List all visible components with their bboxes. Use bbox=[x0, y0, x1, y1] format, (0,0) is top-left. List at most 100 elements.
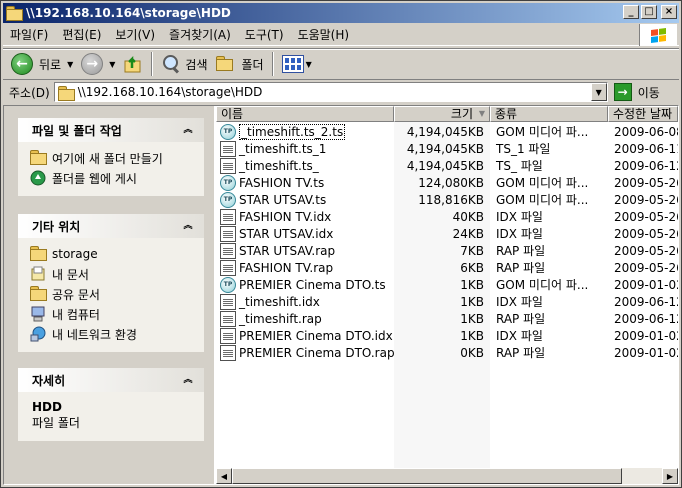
other-places-header[interactable]: 기타 위치 ︽ bbox=[18, 214, 204, 238]
close-button[interactable]: × bbox=[661, 5, 677, 19]
file-type: GOM 미디어 파... bbox=[496, 193, 589, 207]
file-type: GOM 미디어 파... bbox=[496, 125, 589, 139]
place-network-label: 내 네트워크 환경 bbox=[52, 327, 137, 342]
new-folder-icon bbox=[30, 150, 47, 166]
file-size: 4,194,045KB bbox=[406, 141, 484, 156]
file-icon bbox=[220, 225, 236, 242]
views-button[interactable]: ▼ bbox=[278, 51, 316, 77]
scroll-track[interactable] bbox=[622, 468, 662, 484]
column-type[interactable]: 종류 bbox=[490, 106, 608, 122]
collapse-icon[interactable]: ︽ bbox=[180, 122, 196, 138]
file-name: FASHION TV.rap bbox=[239, 260, 334, 275]
place-my-documents-link[interactable]: 내 문서 bbox=[30, 264, 194, 284]
file-row[interactable]: _timeshift.ts_ 4,194,045KB TS_ 파일 2009-06-1… bbox=[216, 157, 678, 174]
file-row[interactable]: STAR UTSAV.idx 24KB IDX 파일 2009-05-26 bbox=[216, 225, 678, 242]
file-row[interactable]: FASHION TV.idx 40KB IDX 파일 2009-05-26 bbox=[216, 208, 678, 225]
menu-favorites[interactable]: 즐겨찾기(A) bbox=[162, 26, 238, 43]
file-icon bbox=[220, 140, 236, 157]
chevron-down-icon[interactable]: ▼ bbox=[67, 60, 73, 69]
file-name: FASHION TV.idx bbox=[239, 209, 332, 224]
file-size: 7KB bbox=[460, 243, 484, 258]
details-panel: 자세히 ︽ HDD 파일 폴더 bbox=[18, 368, 204, 441]
file-row[interactable]: TP PREMIER Cinema DTO.ts 1KB GOM 미디어 파... 20… bbox=[216, 276, 678, 293]
details-header[interactable]: 자세히 ︽ bbox=[18, 368, 204, 392]
search-label: 검색 bbox=[185, 57, 208, 72]
globe-icon bbox=[30, 170, 46, 186]
place-my-computer-link[interactable]: 내 컴퓨터 bbox=[30, 304, 194, 324]
file-size: 6KB bbox=[460, 260, 484, 275]
place-network-link[interactable]: 내 네트워크 환경 bbox=[30, 324, 194, 344]
go-button[interactable]: → 이동 bbox=[613, 83, 660, 101]
file-icon bbox=[220, 310, 236, 327]
horizontal-scrollbar[interactable]: ◀ ▶ bbox=[216, 468, 678, 484]
back-button[interactable]: ← 뒤로 ▼ bbox=[7, 51, 77, 77]
details-title: 자세히 bbox=[32, 373, 66, 388]
maximize-button[interactable]: □ bbox=[641, 5, 657, 19]
file-size: 40KB bbox=[452, 209, 484, 224]
details-name: HDD bbox=[32, 400, 62, 414]
chevron-down-icon[interactable]: ▼ bbox=[109, 60, 115, 69]
file-row[interactable]: PREMIER Cinema DTO.rap 0KB RAP 파일 2009-01-0… bbox=[216, 344, 678, 361]
file-date: 2009-05-26 bbox=[614, 175, 678, 190]
views-icon bbox=[281, 55, 304, 73]
up-folder-button[interactable] bbox=[119, 51, 147, 77]
content-area: 파일 및 폴더 작업 ︽ 여기에 새 폴더 만들기 폴더를 웹에 게시 기타 위… bbox=[3, 105, 679, 485]
file-size: 118,816KB bbox=[418, 192, 484, 207]
column-date[interactable]: 수정한 날짜 bbox=[608, 106, 678, 122]
file-name: _timeshift.idx bbox=[239, 294, 320, 309]
other-places-title: 기타 위치 bbox=[32, 219, 81, 234]
file-row[interactable]: PREMIER Cinema DTO.idx 1KB IDX 파일 2009-01-0… bbox=[216, 327, 678, 344]
computer-icon bbox=[30, 306, 46, 322]
file-icon bbox=[220, 242, 236, 259]
scroll-left-icon[interactable]: ◀ bbox=[216, 468, 232, 484]
file-row[interactable]: _timeshift.rap 1KB RAP 파일 2009-06-12 bbox=[216, 310, 678, 327]
column-name[interactable]: 이름 bbox=[216, 106, 394, 122]
place-shared-documents-link[interactable]: 공유 문서 bbox=[30, 284, 194, 304]
details-body: HDD 파일 폴더 bbox=[18, 392, 204, 441]
documents-icon bbox=[30, 266, 46, 282]
shared-folder-icon bbox=[30, 286, 47, 302]
file-name-cell: STAR UTSAV.idx bbox=[216, 225, 394, 242]
minimize-button[interactable]: _ bbox=[623, 5, 639, 19]
file-name-cell: TP STAR UTSAV.ts bbox=[216, 191, 394, 208]
windows-logo-icon bbox=[639, 24, 677, 46]
new-folder-link[interactable]: 여기에 새 폴더 만들기 bbox=[30, 148, 194, 168]
menu-tools[interactable]: 도구(T) bbox=[238, 26, 291, 43]
menu-edit[interactable]: 편집(E) bbox=[55, 26, 108, 43]
address-bar: 주소(D) \\192.168.10.164\storage\HDD ▼ → 이… bbox=[3, 81, 679, 103]
file-row[interactable]: FASHION TV.rap 6KB RAP 파일 2009-05-26 bbox=[216, 259, 678, 276]
folders-button[interactable]: 폴더 bbox=[212, 51, 268, 77]
file-name-cell: _timeshift.idx bbox=[216, 293, 394, 310]
menu-view[interactable]: 보기(V) bbox=[108, 26, 162, 43]
menu-help[interactable]: 도움말(H) bbox=[291, 26, 357, 43]
menu-file[interactable]: 파일(F) bbox=[3, 26, 55, 43]
file-row[interactable]: TP _timeshift.ts_2.ts 4,194,045KB GOM 미디어 파… bbox=[216, 123, 678, 140]
chevron-down-icon[interactable]: ▼ bbox=[306, 60, 312, 69]
place-storage-link[interactable]: storage bbox=[30, 244, 194, 264]
file-date: 2009-05-26 bbox=[614, 209, 678, 224]
file-tasks-header[interactable]: 파일 및 폴더 작업 ︽ bbox=[18, 118, 204, 142]
file-row[interactable]: _timeshift.idx 1KB IDX 파일 2009-06-12 bbox=[216, 293, 678, 310]
file-name: STAR UTSAV.idx bbox=[239, 226, 334, 241]
scroll-right-icon[interactable]: ▶ bbox=[662, 468, 678, 484]
column-size-label: 크기 bbox=[450, 107, 473, 121]
search-button[interactable]: 검색 bbox=[157, 51, 211, 77]
scroll-thumb[interactable] bbox=[232, 468, 622, 484]
column-size[interactable]: 크기 ▼ bbox=[394, 106, 490, 122]
file-date: 2009-05-26 bbox=[614, 243, 678, 258]
file-size: 24KB bbox=[452, 226, 484, 241]
publish-web-link[interactable]: 폴더를 웹에 게시 bbox=[30, 168, 194, 188]
collapse-icon[interactable]: ︽ bbox=[180, 372, 196, 388]
folder-up-icon bbox=[123, 54, 143, 74]
toolbar-separator bbox=[271, 52, 274, 76]
address-dropdown-button[interactable]: ▼ bbox=[590, 83, 607, 101]
file-row[interactable]: STAR UTSAV.rap 7KB RAP 파일 2009-05-26 bbox=[216, 242, 678, 259]
file-date: 2009-06-12 bbox=[614, 294, 678, 309]
collapse-icon[interactable]: ︽ bbox=[180, 218, 196, 234]
file-row[interactable]: _timeshift.ts_1 4,194,045KB TS_1 파일 2009-06… bbox=[216, 140, 678, 157]
address-input[interactable]: \\192.168.10.164\storage\HDD ▼ bbox=[53, 82, 608, 102]
forward-button[interactable]: → ▼ bbox=[77, 51, 119, 77]
file-row[interactable]: TP STAR UTSAV.ts 118,816KB GOM 미디어 파... 2009… bbox=[216, 191, 678, 208]
file-row[interactable]: TP FASHION TV.ts 124,080KB GOM 미디어 파... 2009… bbox=[216, 174, 678, 191]
file-name-cell: PREMIER Cinema DTO.idx bbox=[216, 327, 394, 344]
